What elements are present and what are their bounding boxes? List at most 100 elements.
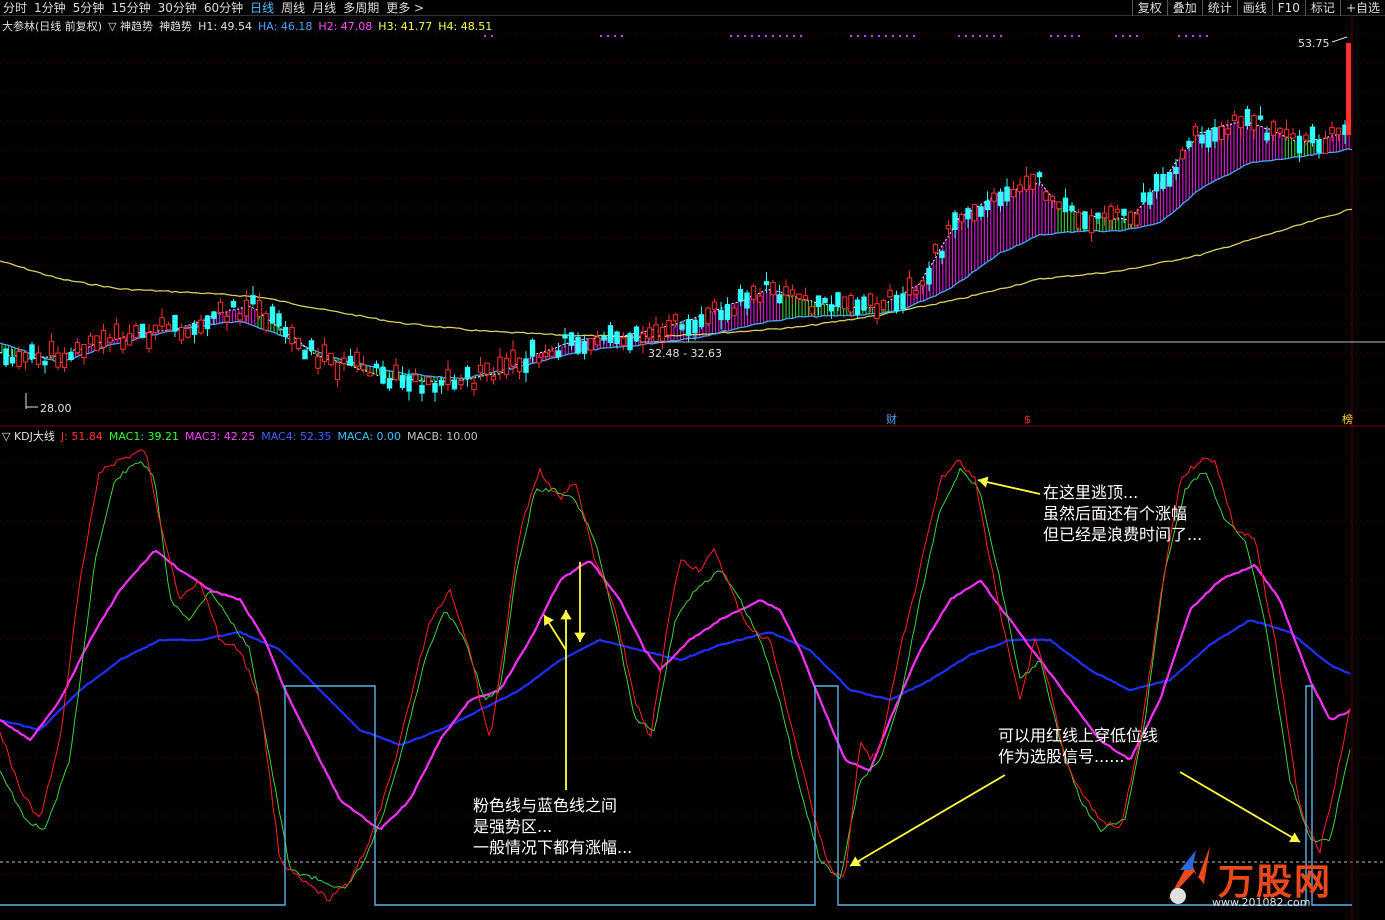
candle-up	[1127, 211, 1134, 225]
candle-down	[1160, 173, 1166, 189]
candle-up	[653, 324, 659, 342]
candle-down	[1004, 186, 1010, 202]
tool-button[interactable]: F10	[1271, 0, 1305, 16]
candle-down	[601, 335, 607, 341]
candle-up	[1108, 205, 1114, 222]
signal-dot	[786, 35, 788, 37]
candle-up	[185, 328, 191, 338]
candle-up	[757, 295, 763, 303]
signal-dot	[965, 35, 967, 37]
tool-button[interactable]: 复权	[1131, 0, 1167, 16]
candle-up	[510, 349, 516, 367]
candle-down	[386, 377, 393, 389]
candle-up	[126, 333, 133, 346]
candle-up	[1335, 127, 1342, 136]
candle-up	[1283, 128, 1290, 138]
candle-up	[1030, 173, 1036, 190]
candle-down	[822, 297, 828, 304]
candle-up	[1225, 128, 1231, 135]
candle-down	[451, 380, 458, 390]
candle-up	[490, 375, 497, 381]
event-marker: 榜	[1342, 412, 1353, 426]
candle-down	[1244, 108, 1251, 126]
period-tab[interactable]: 分时	[0, 0, 31, 16]
period-tab[interactable]: 多周期	[340, 0, 383, 16]
candle-down	[432, 382, 438, 393]
candle-up	[913, 290, 919, 295]
candle-up	[35, 352, 42, 365]
signal-dot	[878, 35, 880, 37]
candle-up	[711, 301, 718, 310]
signal-dot	[1136, 35, 1138, 37]
signal-dot	[751, 35, 753, 37]
candle-up	[393, 364, 399, 381]
signal-dot	[1057, 35, 1059, 37]
candle-down	[815, 295, 822, 307]
candle-up	[503, 357, 510, 375]
candle-up	[263, 313, 269, 331]
signal-dot	[758, 35, 760, 37]
annotation-escape-top: 在这里逃顶... 虽然后面还有个涨幅 但已经是浪费时间了...	[1043, 482, 1202, 545]
annotation-line: 可以用红线上穿低位线	[998, 726, 1159, 745]
candle-up	[867, 293, 874, 307]
candle-up	[425, 376, 432, 386]
signal-dot	[1115, 35, 1117, 37]
candle-down	[523, 358, 529, 373]
candle-down	[308, 340, 315, 351]
signal-dot	[730, 35, 732, 37]
candle-up	[22, 352, 29, 363]
candle-up	[1023, 175, 1030, 191]
tool-button[interactable]: 画线	[1236, 0, 1272, 16]
candle-down	[828, 304, 835, 312]
candle-up	[536, 356, 542, 364]
candle-up	[16, 351, 22, 367]
tool-button[interactable]: 统计	[1201, 0, 1237, 16]
candle-up	[133, 325, 139, 339]
period-tab[interactable]: 月线	[309, 0, 340, 16]
period-tab[interactable]: 15分钟	[108, 0, 154, 16]
candle-down	[679, 324, 685, 330]
candle-down	[685, 319, 692, 336]
candle-up	[731, 307, 737, 317]
period-tab[interactable]: 30分钟	[155, 0, 201, 16]
candle-up	[224, 315, 230, 323]
candle-down	[1212, 127, 1218, 142]
period-tab-active[interactable]: 日线	[247, 0, 278, 16]
period-tab[interactable]: 5分钟	[70, 0, 109, 16]
annotation-line: 粉色线与蓝色线之间	[473, 796, 618, 815]
candle-down	[1153, 174, 1160, 192]
candle-up	[802, 295, 809, 300]
candle-up	[971, 204, 978, 222]
signal-dot	[850, 35, 852, 37]
candle-up	[1290, 133, 1296, 139]
candle-down	[1121, 208, 1127, 216]
tool-button[interactable]: 标记	[1304, 0, 1340, 16]
more-periods-button[interactable]: 更多 >	[383, 0, 428, 16]
candle-up	[321, 344, 328, 362]
signal-dot	[1071, 35, 1073, 37]
candle-up	[341, 357, 347, 364]
candle-down	[575, 337, 581, 354]
high-price-label: 53.75	[1298, 37, 1330, 50]
candle-down	[692, 319, 698, 334]
candle-down	[419, 384, 425, 394]
period-tab[interactable]: 60分钟	[201, 0, 247, 16]
tool-button[interactable]: 叠加	[1166, 0, 1202, 16]
candle-up	[542, 352, 549, 358]
candle-down	[1264, 132, 1270, 141]
candle-down	[250, 295, 256, 305]
candle-up	[588, 338, 594, 351]
candle-up	[1238, 116, 1244, 129]
candle-down	[1140, 192, 1147, 203]
price-chart[interactable]: 32.48 - 32.63 53.75 28.00 财 $ 榜	[0, 17, 1385, 427]
candle-up	[705, 307, 711, 325]
candle-up	[1017, 184, 1023, 193]
mac3-line	[0, 549, 1351, 831]
period-tab[interactable]: 周线	[278, 0, 309, 16]
period-tab[interactable]: 1分钟	[31, 0, 70, 16]
candle-down	[1309, 126, 1316, 144]
add-watchlist-button[interactable]: +自选	[1339, 0, 1385, 16]
candle-up	[48, 341, 55, 357]
candle-up	[1192, 125, 1199, 137]
watermark-url: www.201082.com	[1212, 896, 1311, 909]
